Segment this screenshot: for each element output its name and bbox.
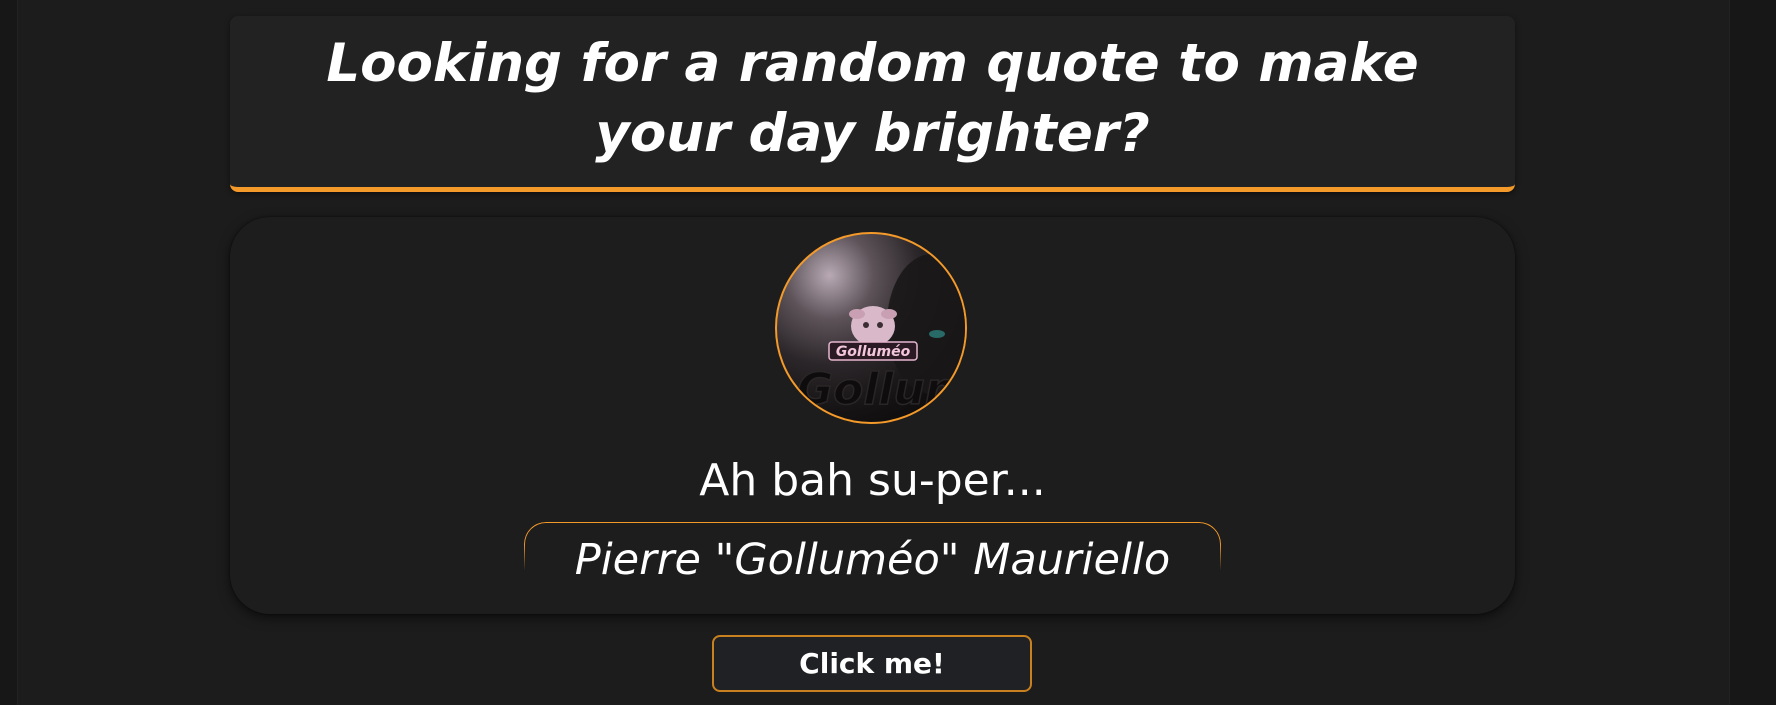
svg-text:Gollum: Gollum <box>797 364 967 415</box>
avatar-logo-text: Golluméo <box>836 344 911 360</box>
avatar-image: Gollum Golluméo <box>796 254 967 416</box>
left-gutter <box>0 0 18 705</box>
quote-card: Gollum Golluméo Ah bah su-per... Pierre … <box>230 217 1515 614</box>
right-gutter <box>1729 0 1776 705</box>
page: Looking for a random quote to make your … <box>0 0 1776 705</box>
quote-text: Ah bah su-per... <box>699 455 1046 506</box>
author-avatar: Gollum Golluméo <box>775 232 967 424</box>
new-quote-button[interactable]: Click me! <box>712 635 1032 692</box>
header-card: Looking for a random quote to make your … <box>230 16 1515 192</box>
page-title: Looking for a random quote to make your … <box>326 32 1419 164</box>
quote-author: Pierre "Golluméo" Mauriello <box>574 535 1171 585</box>
